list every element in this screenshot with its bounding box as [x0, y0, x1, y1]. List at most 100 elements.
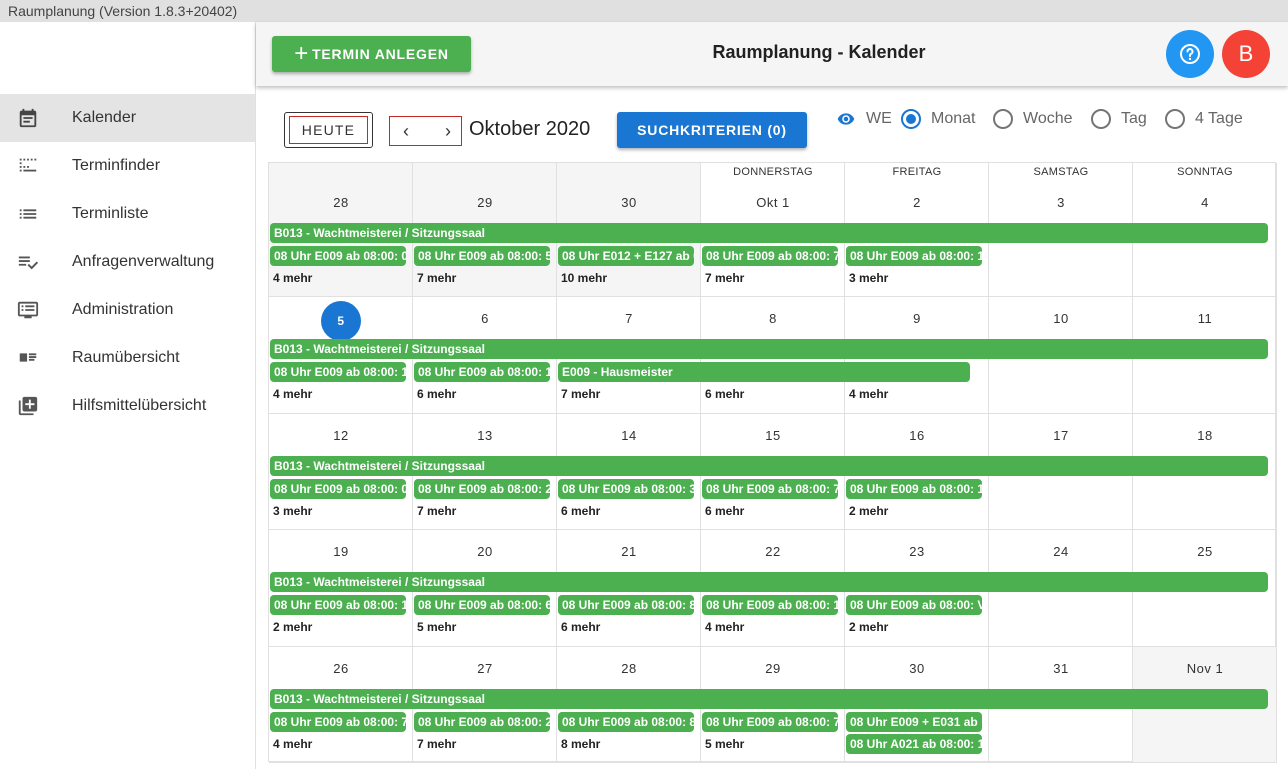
more-link[interactable]: 10 mehr [561, 271, 607, 285]
day-number[interactable]: 21 [557, 544, 701, 559]
multi-day-event-banner[interactable]: B013 - Wachtmeisterei / Sitzungssaal [270, 455, 1268, 476]
more-link[interactable]: 7 mehr [417, 737, 456, 751]
today-button[interactable]: HEUTE [284, 112, 373, 148]
event-chip[interactable]: 08 Uhr A021 ab 08:00: 1 [846, 733, 982, 754]
event-chip[interactable]: 08 Uhr E009 ab 08:00: V [846, 595, 982, 616]
event-chip[interactable]: 08 Uhr E009 ab 08:00: 3 [558, 478, 694, 499]
user-avatar-button[interactable]: B [1222, 30, 1270, 78]
day-number[interactable]: 11 [1133, 311, 1277, 326]
day-number[interactable]: 23 [845, 544, 989, 559]
more-link[interactable]: 5 mehr [417, 620, 456, 634]
sidebar-item-hilfsmitteluebersicht[interactable]: Hilfsmittelübersicht [0, 382, 255, 430]
more-link[interactable]: 3 mehr [273, 504, 312, 518]
day-number[interactable]: 8 [701, 311, 845, 326]
event-chip[interactable]: 08 Uhr E012 + E127 ab 0 [558, 246, 694, 266]
day-number[interactable]: 30 [845, 661, 989, 676]
event-chip[interactable]: 08 Uhr E009 ab 08:00: 6 [414, 595, 550, 616]
more-link[interactable]: 4 mehr [849, 387, 888, 401]
event-chip[interactable]: 08 Uhr E009 ab 08:00: 7 [270, 711, 406, 732]
day-number[interactable]: 22 [701, 544, 845, 559]
day-number[interactable]: 27 [413, 661, 557, 676]
day-number[interactable]: 25 [1133, 544, 1277, 559]
day-number[interactable]: 26 [269, 661, 413, 676]
more-link[interactable]: 6 mehr [417, 387, 456, 401]
day-number[interactable]: 16 [845, 428, 989, 443]
view-option-4-tage[interactable]: 4 Tage [1165, 108, 1243, 130]
event-chip[interactable]: 08 Uhr E009 ab 08:00: 0 [270, 246, 406, 266]
new-appointment-button[interactable]: + TERMIN ANLEGEN [272, 36, 471, 72]
more-link[interactable]: 6 mehr [561, 620, 600, 634]
day-number[interactable]: 10 [989, 311, 1133, 326]
view-option-woche[interactable]: Woche [993, 108, 1073, 130]
day-number[interactable]: 31 [989, 661, 1133, 676]
event-chip[interactable]: 08 Uhr E009 ab 08:00: 1 [702, 595, 838, 616]
more-link[interactable]: 7 mehr [561, 387, 600, 401]
event-chip[interactable]: 08 Uhr E009 ab 08:00: 7 [702, 246, 838, 266]
day-number[interactable]: Okt 1 [701, 195, 845, 210]
day-number[interactable]: 18 [1133, 428, 1277, 443]
multi-day-event[interactable]: E009 - Hausmeister [558, 362, 970, 383]
help-button[interactable] [1166, 30, 1214, 78]
more-link[interactable]: 2 mehr [849, 504, 888, 518]
event-chip[interactable]: 08 Uhr E009 ab 08:00: 1 [270, 362, 406, 383]
sidebar-item-terminliste[interactable]: Terminliste [0, 190, 255, 238]
more-link[interactable]: 4 mehr [273, 737, 312, 751]
chevron-right-icon[interactable]: › [438, 121, 458, 141]
day-number[interactable]: 14 [557, 428, 701, 443]
view-option-monat[interactable]: Monat [901, 108, 975, 130]
sidebar-item-terminfinder[interactable]: Terminfinder [0, 142, 255, 190]
sidebar-item-anfragenverwaltung[interactable]: Anfragenverwaltung [0, 238, 255, 286]
event-chip[interactable]: 08 Uhr E009 ab 08:00: 1 [846, 246, 982, 266]
event-chip[interactable]: 08 Uhr E009 ab 08:00: 1 [846, 478, 982, 499]
weekend-toggle[interactable]: WE [834, 108, 892, 130]
more-link[interactable]: 4 mehr [273, 271, 312, 285]
event-chip[interactable]: 08 Uhr E009 ab 08:00: 1 [414, 362, 550, 383]
day-number[interactable]: 17 [989, 428, 1133, 443]
day-number[interactable]: 29 [413, 195, 557, 210]
more-link[interactable]: 5 mehr [705, 737, 744, 751]
day-number[interactable]: 29 [701, 661, 845, 676]
day-number[interactable]: 20 [413, 544, 557, 559]
day-number[interactable]: 3 [989, 195, 1133, 210]
more-link[interactable]: 7 mehr [705, 271, 744, 285]
more-link[interactable]: 6 mehr [705, 504, 744, 518]
event-chip[interactable]: 08 Uhr E009 ab 08:00: 8 [558, 595, 694, 616]
multi-day-event-banner[interactable]: B013 - Wachtmeisterei / Sitzungssaal [270, 688, 1268, 709]
view-option-tag[interactable]: Tag [1091, 108, 1147, 130]
multi-day-event-banner[interactable]: B013 - Wachtmeisterei / Sitzungssaal [270, 572, 1268, 593]
sidebar-item-administration[interactable]: Administration [0, 286, 255, 334]
more-link[interactable]: 8 mehr [561, 737, 600, 751]
day-number[interactable]: 28 [557, 661, 701, 676]
more-link[interactable]: 7 mehr [417, 271, 456, 285]
more-link[interactable]: 7 mehr [417, 504, 456, 518]
more-link[interactable]: 2 mehr [849, 620, 888, 634]
day-number[interactable]: 30 [557, 195, 701, 210]
event-chip[interactable]: 08 Uhr E009 ab 08:00: 8 [558, 711, 694, 732]
day-number[interactable]: 19 [269, 544, 413, 559]
day-number[interactable]: Nov 1 [1133, 661, 1277, 676]
day-number[interactable]: 28 [269, 195, 413, 210]
day-number[interactable]: 15 [701, 428, 845, 443]
chevron-left-icon[interactable]: ‹ [396, 121, 416, 141]
multi-day-event-banner[interactable]: B013 - Wachtmeisterei / Sitzungssaal [270, 223, 1268, 243]
more-link[interactable]: 6 mehr [561, 504, 600, 518]
event-chip[interactable]: 08 Uhr E009 ab 08:00: 0 [270, 478, 406, 499]
more-link[interactable]: 6 mehr [705, 387, 744, 401]
more-link[interactable]: 2 mehr [273, 620, 312, 634]
day-number[interactable]: 9 [845, 311, 989, 326]
day-number[interactable]: 24 [989, 544, 1133, 559]
day-number[interactable]: 2 [845, 195, 989, 210]
more-link[interactable]: 4 mehr [273, 387, 312, 401]
event-chip[interactable]: 08 Uhr E009 ab 08:00: 7 [702, 711, 838, 732]
sidebar-item-kalender[interactable]: Kalender [0, 94, 255, 142]
more-link[interactable]: 3 mehr [849, 271, 888, 285]
day-number[interactable]: 4 [1133, 195, 1277, 210]
event-chip[interactable]: 08 Uhr E009 ab 08:00: 2 [414, 478, 550, 499]
day-number[interactable]: 6 [413, 311, 557, 326]
more-link[interactable]: 4 mehr [705, 620, 744, 634]
day-number[interactable]: 12 [269, 428, 413, 443]
day-number[interactable]: 13 [413, 428, 557, 443]
multi-day-event-banner[interactable]: B013 - Wachtmeisterei / Sitzungssaal [270, 339, 1268, 360]
event-chip[interactable]: 08 Uhr E009 ab 08:00: 5 [414, 246, 550, 266]
search-criteria-button[interactable]: SUCHKRITERIEN (0) [617, 112, 807, 148]
